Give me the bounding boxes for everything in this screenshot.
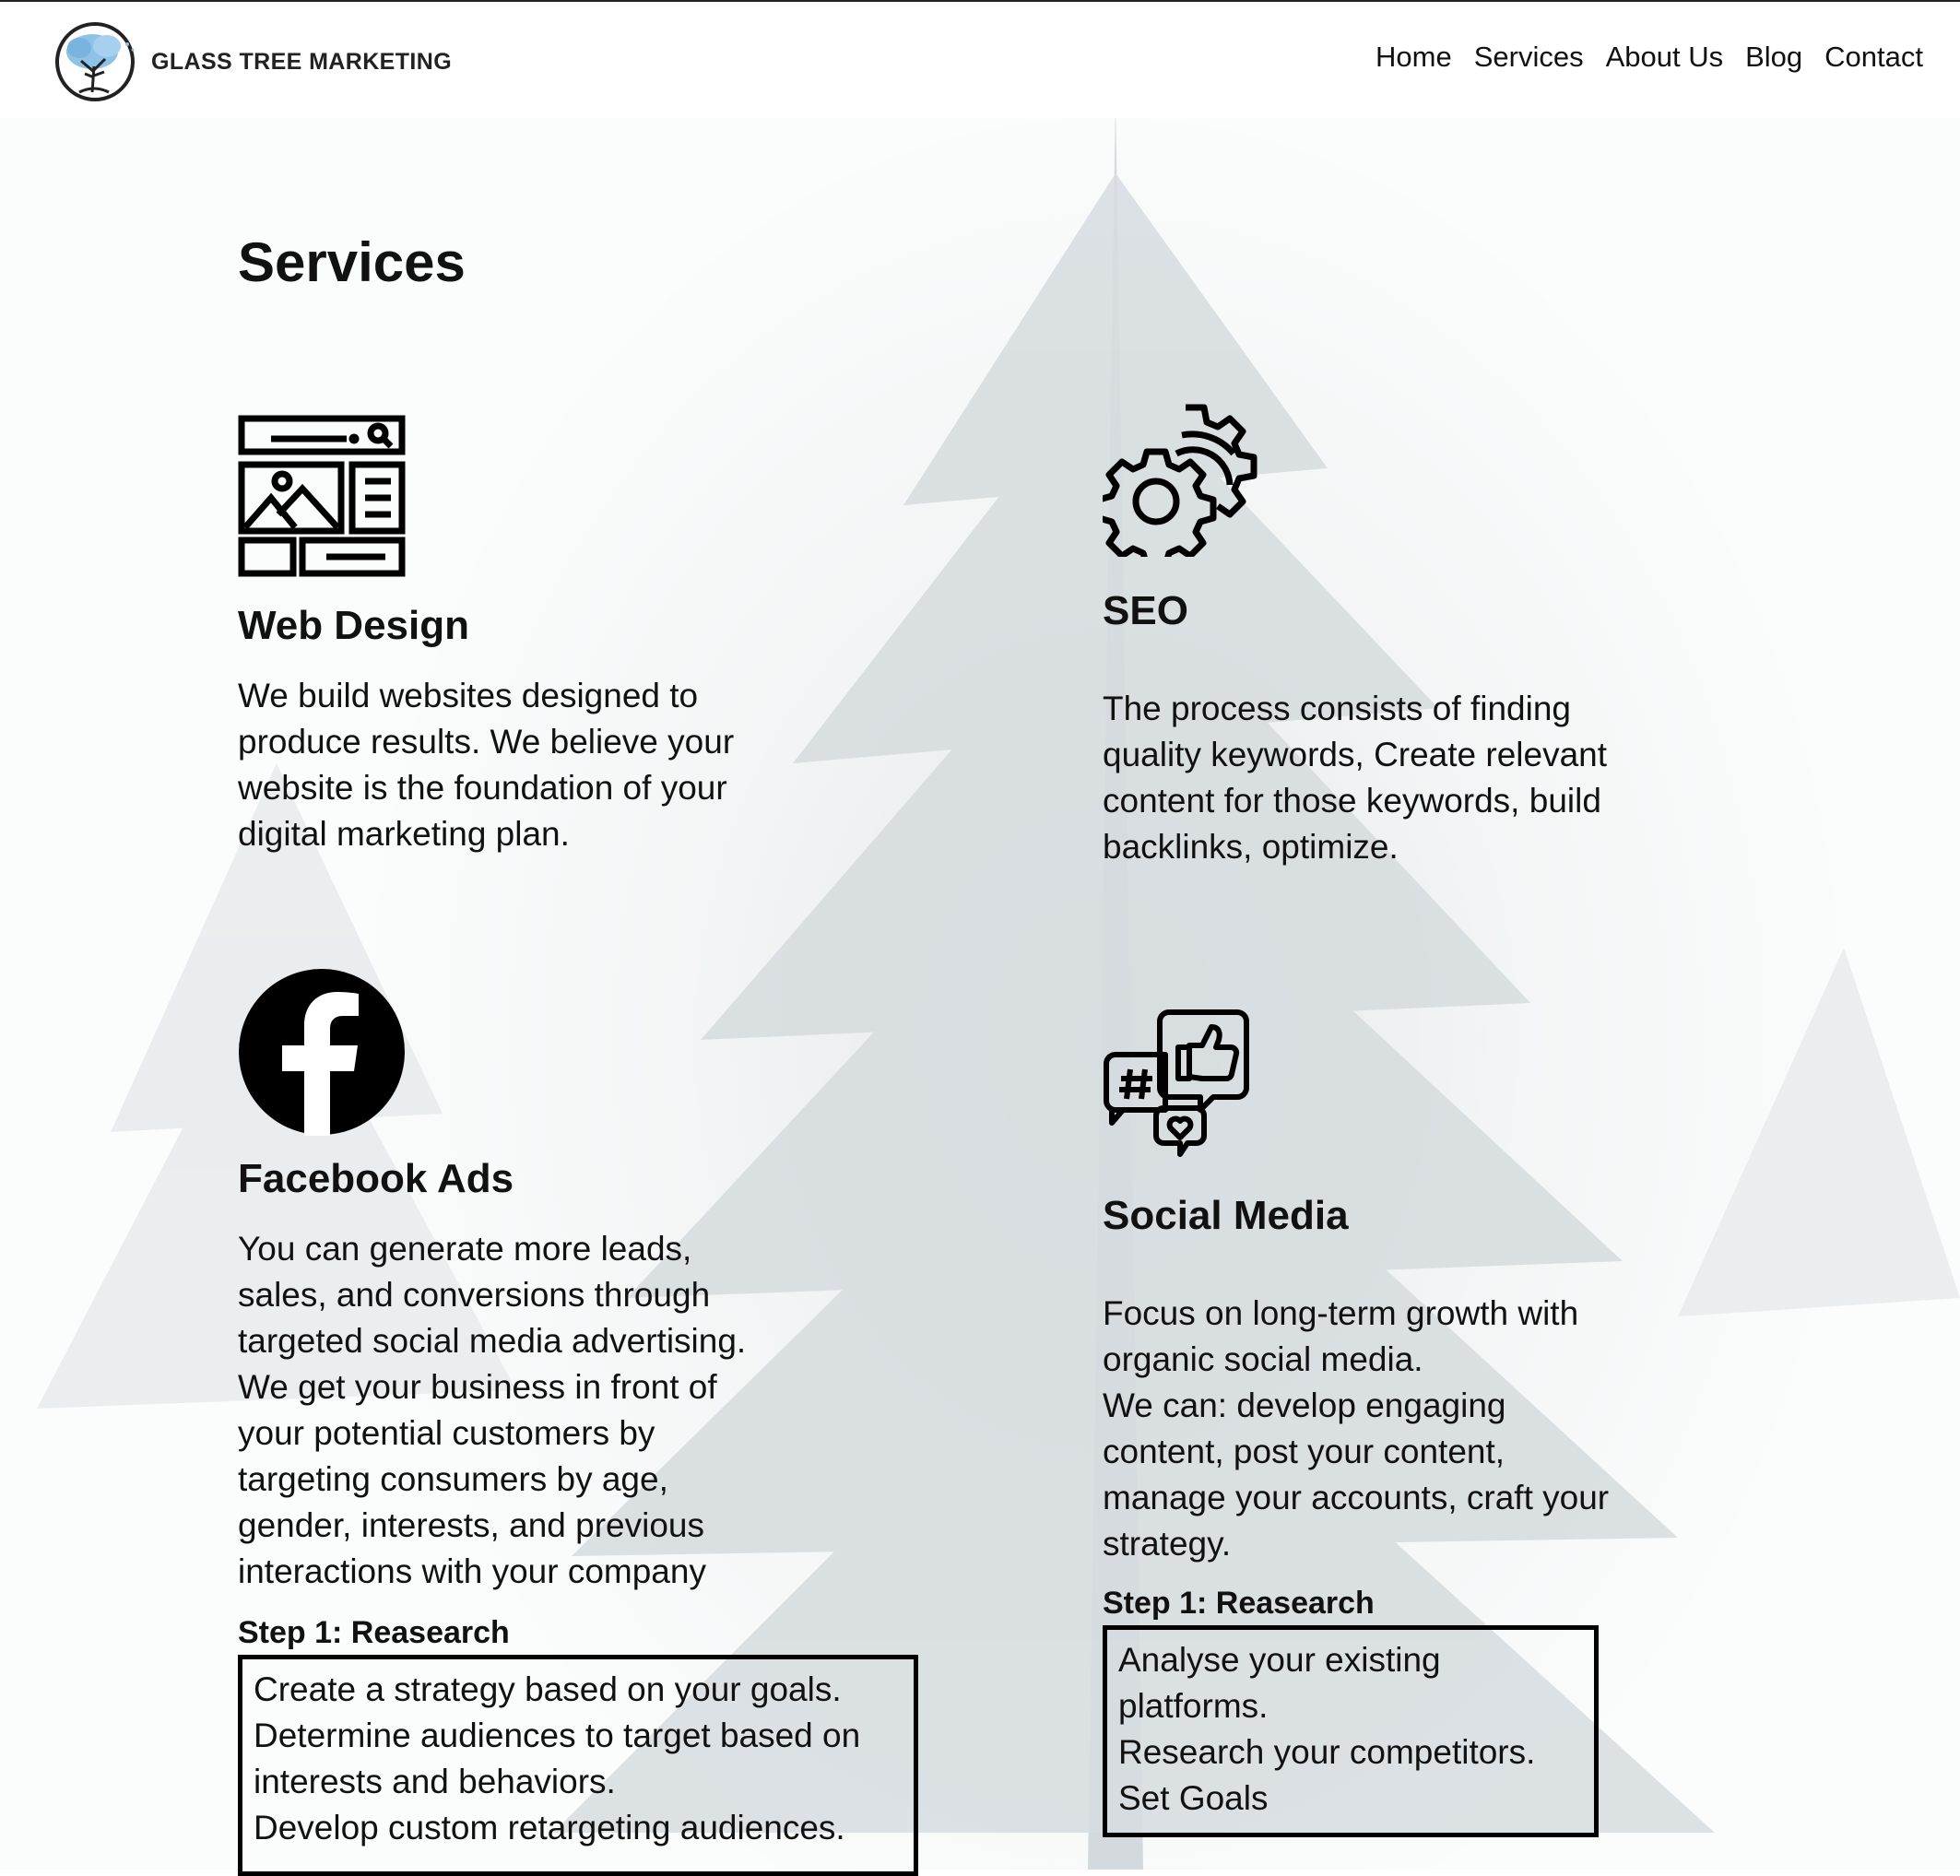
description-line: We get your business in front of your po… <box>238 1368 717 1590</box>
service-card-social-media: Social Media Focus on long-term growth w… <box>1103 1009 1619 1837</box>
step-line: Analyse your existing platforms. <box>1118 1641 1441 1725</box>
nav-contact[interactable]: Contact <box>1824 41 1923 74</box>
brand-name: GLASS TREE MARKETING <box>151 48 453 75</box>
tree-logo-icon <box>55 22 135 101</box>
step-line: Research your competitors. <box>1118 1733 1536 1771</box>
step-box: Analyse your existing platforms. Researc… <box>1103 1625 1599 1837</box>
brand[interactable]: GLASS TREE MARKETING <box>53 20 452 103</box>
main-nav: Home Services About Us Blog Contact <box>1376 41 1923 74</box>
service-title: Facebook Ads <box>238 1156 514 1201</box>
description-line: Focus on long-term growth with organic s… <box>1103 1294 1579 1378</box>
service-title: Social Media <box>1103 1193 1349 1238</box>
step-line: Create a strategy based on your goals. <box>254 1670 842 1708</box>
service-description: The process consists of finding quality … <box>1103 690 1608 866</box>
step-line: Set Goals <box>1118 1779 1269 1817</box>
nav-services[interactable]: Services <box>1474 41 1584 74</box>
services-section: Services Web Design We build websites de… <box>0 0 1960 1876</box>
site-header: GLASS TREE MARKETING Home Services About… <box>0 2 1960 118</box>
service-description: You can generate more leads, sales, and … <box>238 1226 773 1595</box>
step-line: Develop custom retargeting audiences. <box>254 1809 845 1847</box>
facebook-icon <box>239 969 405 1136</box>
service-card-facebook-ads: Facebook Ads You can generate more leads… <box>238 968 920 1876</box>
step-box: Create a strategy based on your goals. D… <box>238 1655 918 1876</box>
social-media-icon <box>1104 1009 1249 1157</box>
service-card-web-design: Web Design We build websites designed to… <box>238 415 809 857</box>
step-label: Step 1: Reasearch <box>1103 1586 1375 1621</box>
step-line: Determine audiences to target based on i… <box>254 1717 861 1800</box>
service-description: Focus on long-term growth with organic s… <box>1103 1291 1619 1567</box>
gears-icon <box>1103 404 1257 557</box>
nav-about-us[interactable]: About Us <box>1606 41 1724 74</box>
service-title: SEO <box>1103 588 1188 633</box>
nav-home[interactable]: Home <box>1376 41 1452 74</box>
page-title: Services <box>238 231 466 293</box>
web-design-icon <box>238 415 406 577</box>
service-title: Web Design <box>238 603 470 648</box>
service-description: We build websites designed to produce re… <box>238 677 735 853</box>
step-label: Step 1: Reasearch <box>238 1615 510 1650</box>
description-line: We can: develop engaging content, post y… <box>1103 1386 1610 1563</box>
nav-blog[interactable]: Blog <box>1745 41 1802 74</box>
description-line: You can generate more leads, sales, and … <box>238 1230 747 1360</box>
service-card-seo: SEO The process consists of finding qual… <box>1103 400 1674 870</box>
